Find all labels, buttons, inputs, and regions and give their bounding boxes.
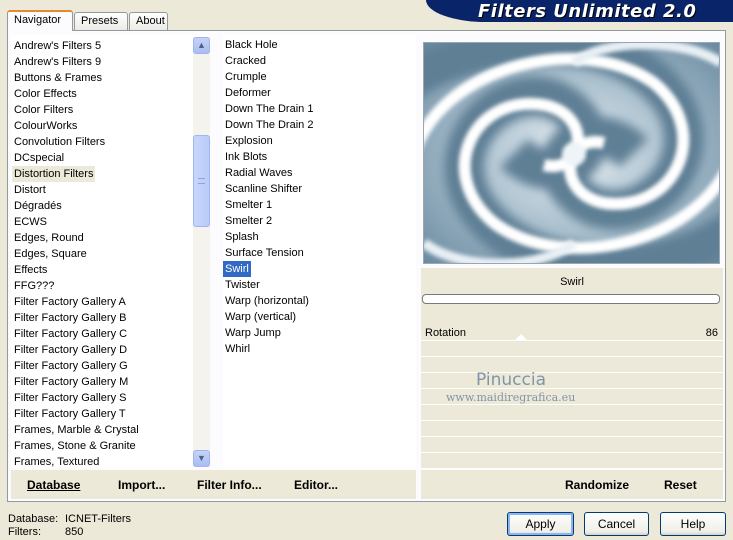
rotation-label: Rotation (425, 327, 466, 339)
rotation-value: 86 (705, 327, 718, 339)
param-row-empty (421, 341, 723, 357)
category-item[interactable]: Distortion Filters (12, 166, 96, 182)
filter-item[interactable]: Black Hole (223, 37, 280, 53)
filters-count-label: Filters: (8, 526, 41, 538)
category-item[interactable]: Filter Factory Gallery M (12, 374, 130, 390)
category-item[interactable]: Frames, Stone & Granite (12, 438, 138, 454)
filter-list[interactable]: Black Hole Cracked Crumple Deformer Down The… (223, 35, 416, 468)
database-status-value: ICNET-Filters (65, 513, 131, 525)
tab-about[interactable]: About (129, 12, 168, 30)
param-row-empty (421, 405, 723, 421)
category-item[interactable]: Edges, Round (12, 230, 86, 246)
param-row-empty (421, 373, 723, 389)
category-item[interactable]: Frames, Textured (12, 454, 101, 470)
selected-filter-name: Swirl (560, 276, 584, 288)
category-item[interactable]: Filter Factory Gallery G (12, 358, 130, 374)
editor-button[interactable]: Editor... (294, 478, 338, 492)
progress-bar (422, 294, 720, 304)
category-item[interactable]: Distort (12, 182, 48, 198)
param-row-empty (421, 421, 723, 437)
filter-item[interactable]: Radial Waves (223, 165, 294, 181)
param-row-empty (421, 357, 723, 373)
category-scrollbar[interactable]: ▲ ▼ (193, 37, 210, 467)
category-item[interactable]: Filter Factory Gallery B (12, 310, 128, 326)
category-item[interactable]: Filter Factory Gallery D (12, 342, 129, 358)
tab-presets[interactable]: Presets (74, 12, 128, 30)
apply-button[interactable]: Apply (507, 512, 574, 536)
filter-item[interactable]: Explosion (223, 133, 275, 149)
watermark-url: www.maidiregrafica.eu (446, 391, 576, 404)
category-item[interactable]: ColourWorks (12, 118, 79, 134)
category-item[interactable]: Filter Factory Gallery S (12, 390, 128, 406)
filter-item[interactable]: Deformer (223, 85, 273, 101)
database-button[interactable]: Database (27, 478, 80, 492)
help-button[interactable]: Help (660, 512, 726, 536)
filter-item[interactable]: Scanline Shifter (223, 181, 304, 197)
filter-item[interactable]: Smelter 2 (223, 213, 274, 229)
database-status-label: Database: (8, 513, 59, 525)
filters-count-value: 850 (65, 526, 84, 538)
filter-item[interactable]: Smelter 1 (223, 197, 274, 213)
filter-item[interactable]: Swirl (223, 261, 251, 277)
category-list[interactable]: Andrew's Filters 5 Andrew's Filters 9 Butt… (11, 35, 209, 468)
category-item[interactable]: Andrew's Filters 5 (12, 38, 103, 54)
filter-item[interactable]: Warp (horizontal) (223, 293, 311, 309)
filter-item[interactable]: Cracked (223, 53, 268, 69)
param-row-rotation[interactable] (421, 325, 723, 341)
filter-item[interactable]: Down The Drain 1 (223, 101, 315, 117)
filter-info-button[interactable]: Filter Info... (197, 478, 262, 492)
cancel-button[interactable]: Cancel (584, 512, 649, 536)
app-title: Filters Unlimited 2.0 (478, 1, 697, 22)
filter-item[interactable]: Warp Jump (223, 325, 283, 341)
param-row-empty (421, 437, 723, 453)
database-link-text: Database (27, 478, 81, 492)
category-item[interactable]: Filter Factory Gallery C (12, 326, 129, 342)
grip-icon (198, 178, 205, 184)
category-item[interactable]: Filter Factory Gallery T (12, 406, 128, 422)
import-button[interactable]: Import... (118, 478, 165, 492)
category-item[interactable]: Edges, Square (12, 246, 89, 262)
category-item[interactable]: Filter Factory Gallery A (12, 294, 128, 310)
filter-item[interactable]: Ink Blots (223, 149, 269, 165)
filter-item[interactable]: Warp (vertical) (223, 309, 298, 325)
filter-item[interactable]: Twister (223, 277, 262, 293)
scroll-thumb[interactable] (193, 135, 210, 227)
param-row-empty (421, 453, 723, 469)
filter-item[interactable]: Whirl (223, 341, 252, 357)
rotation-slider-marker[interactable] (514, 334, 528, 341)
filter-item[interactable]: Splash (223, 229, 261, 245)
category-item[interactable]: Frames, Marble & Crystal (12, 422, 141, 438)
tab-navigator[interactable]: Navigator (7, 10, 73, 31)
reset-button[interactable]: Reset (664, 478, 697, 492)
category-item[interactable]: Buttons & Frames (12, 70, 104, 86)
chevron-down-icon[interactable]: ▼ (193, 450, 210, 467)
category-item[interactable]: Andrew's Filters 9 (12, 54, 103, 70)
category-item[interactable]: Dégradés (12, 198, 64, 214)
category-item[interactable]: Effects (12, 262, 49, 278)
chevron-up-icon[interactable]: ▲ (193, 37, 210, 54)
filter-item[interactable]: Surface Tension (223, 245, 306, 261)
category-item[interactable]: ECWS (12, 214, 49, 230)
filter-item[interactable]: Down The Drain 2 (223, 117, 315, 133)
category-item[interactable]: Color Filters (12, 102, 75, 118)
category-item[interactable]: DCspecial (12, 150, 66, 166)
swirl-preview-image (424, 43, 719, 263)
title-banner: Filters Unlimited 2.0 (426, 0, 733, 22)
category-item[interactable]: Convolution Filters (12, 134, 107, 150)
category-item[interactable]: Color Effects (12, 86, 79, 102)
randomize-button[interactable]: Randomize (565, 478, 629, 492)
filter-preview (423, 42, 720, 264)
filter-item[interactable]: Crumple (223, 69, 269, 85)
category-item[interactable]: FFG??? (12, 278, 56, 294)
watermark-name: Pinuccia (476, 370, 546, 390)
